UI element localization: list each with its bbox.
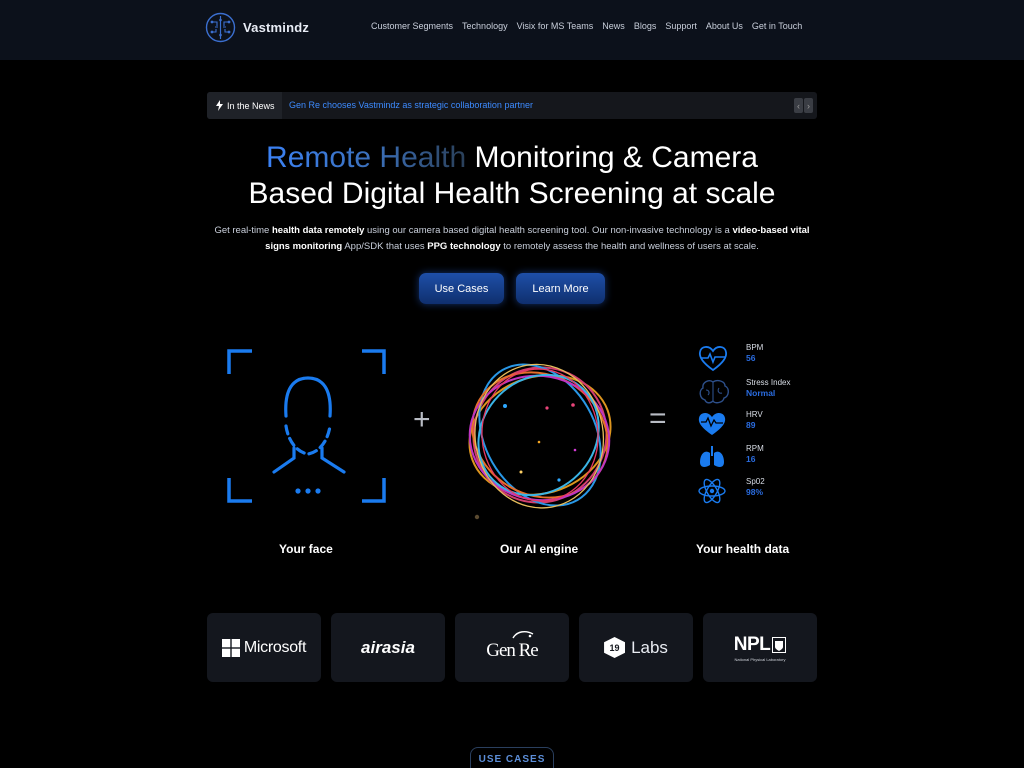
nav-links: Customer Segments Technology Visix for M… (371, 21, 802, 31)
labs-logo-wrap: 19 Labs (604, 637, 668, 658)
npl-logo-wrap: NPL (734, 634, 787, 656)
nav-link-about-us[interactable]: About Us (706, 21, 743, 31)
brand-name: Vastmindz (243, 20, 310, 35)
partner-logo-genre[interactable]: Gen Re (455, 613, 569, 682)
hero-sub-bold: health data remotely (271, 225, 365, 236)
partner-logo-npl[interactable]: NPL National Physical Laboratory (703, 613, 817, 682)
microsoft-windows-icon (221, 638, 240, 657)
nav-link-visix[interactable]: Visix for MS Teams (517, 21, 594, 31)
use-cases-section-label: USE CASES (470, 747, 554, 768)
logo-text-npl: NPL (733, 633, 771, 655)
hero-sub-text: using our camera based digital health sc… (364, 225, 733, 236)
logo-text-airasia: airasia (361, 637, 415, 657)
metric-label: BPM (746, 343, 764, 352)
partner-logo-microsoft[interactable]: Microsoft (207, 613, 321, 682)
nav-link-customer-segments[interactable]: Customer Segments (371, 21, 453, 31)
lightning-icon (216, 100, 223, 111)
heart-wave-icon (698, 412, 726, 435)
caption-ai-engine: Our AI engine (500, 542, 579, 556)
nav-link-news[interactable]: News (602, 21, 625, 31)
hero-sub-bold: PPG technology (427, 241, 501, 252)
logo-text-npl-sub: National Physical Laboratory (734, 656, 786, 662)
partner-logo-19labs[interactable]: 19 Labs (579, 613, 693, 682)
hero-sub-text: App/SDK that uses (342, 241, 428, 252)
metric-label: HRV (746, 410, 763, 419)
metric-rpm: RPM 16 (697, 444, 817, 476)
nav-link-get-in-touch[interactable]: Get in Touch (752, 21, 802, 31)
metric-value: 98% (746, 487, 764, 497)
hero-sub-text: to remotely assess the health and wellne… (500, 241, 759, 252)
caption-your-face: Your face (279, 542, 333, 556)
nav-link-technology[interactable]: Technology (462, 21, 508, 31)
hero-title-line2: Based Digital Health Screening at scale (248, 177, 776, 210)
top-nav: Vastmindz Customer Segments Technology V… (0, 0, 1024, 60)
news-headline-link[interactable]: Gen Re chooses Vastmindz as strategic co… (289, 100, 533, 110)
news-arrows: ‹ › (794, 98, 813, 113)
brand-logo-link[interactable]: Vastmindz (204, 11, 309, 44)
news-label: In the News (207, 92, 282, 119)
metric-value: 16 (746, 454, 756, 464)
brain-icon (699, 379, 729, 404)
metric-hrv: HRV 89 (697, 410, 817, 442)
metric-value: 89 (746, 420, 756, 430)
news-label-text: In the News (227, 100, 275, 111)
metric-bpm: BPM 56 (697, 343, 817, 375)
atom-icon (698, 478, 726, 504)
hero-subtitle: Get real-time health data remotely using… (212, 223, 812, 255)
news-prev-arrow-icon[interactable]: ‹ (794, 98, 803, 113)
metric-stress: Stress Index Normal (697, 378, 817, 410)
equals-sign: = (649, 402, 667, 435)
brain-circuit-logo-icon (205, 12, 236, 43)
metric-value: Normal (746, 388, 776, 398)
logo-text-labs: Labs (631, 637, 668, 657)
metric-label: Sp02 (746, 477, 765, 486)
genre-swoosh-icon (512, 630, 534, 638)
hero-title-rest: Monitoring & Camera (466, 141, 758, 174)
ai-engine-swirl-icon (468, 363, 612, 520)
npl-crest-icon (772, 636, 787, 653)
caption-health-data: Your health data (696, 542, 790, 556)
metric-label: RPM (746, 444, 764, 453)
nav-link-blogs[interactable]: Blogs (634, 21, 657, 31)
news-next-arrow-icon[interactable]: › (804, 98, 813, 113)
metric-spo2: Sp02 98% (697, 477, 817, 509)
hero-title: Remote Health Monitoring & Camera Based … (112, 140, 912, 212)
news-ticker: In the News Gen Re chooses Vastmindz as … (207, 92, 817, 119)
plus-sign: + (413, 403, 431, 436)
heart-pulse-icon (698, 346, 728, 372)
logo-text-microsoft: Microsoft (243, 638, 307, 656)
lungs-icon (700, 446, 724, 467)
hero-title-highlight: Remote Health (266, 141, 467, 174)
hero-sub-text: Get real-time (214, 225, 272, 236)
nav-link-support[interactable]: Support (665, 21, 697, 31)
use-cases-button[interactable]: Use Cases (419, 273, 504, 304)
metric-value: 56 (746, 353, 756, 363)
genre-logo-wrap: Gen Re (486, 630, 539, 662)
use-cases-label-text: USE CASES (478, 754, 546, 765)
face-scan-icon (227, 349, 386, 503)
learn-more-button[interactable]: Learn More (516, 273, 605, 304)
logo-text-genre: Gen Re (486, 639, 539, 661)
metric-label: Stress Index (746, 378, 791, 387)
labs-hexagon-icon: 19 (604, 637, 626, 658)
partner-logo-airasia[interactable]: airasia (331, 613, 445, 682)
